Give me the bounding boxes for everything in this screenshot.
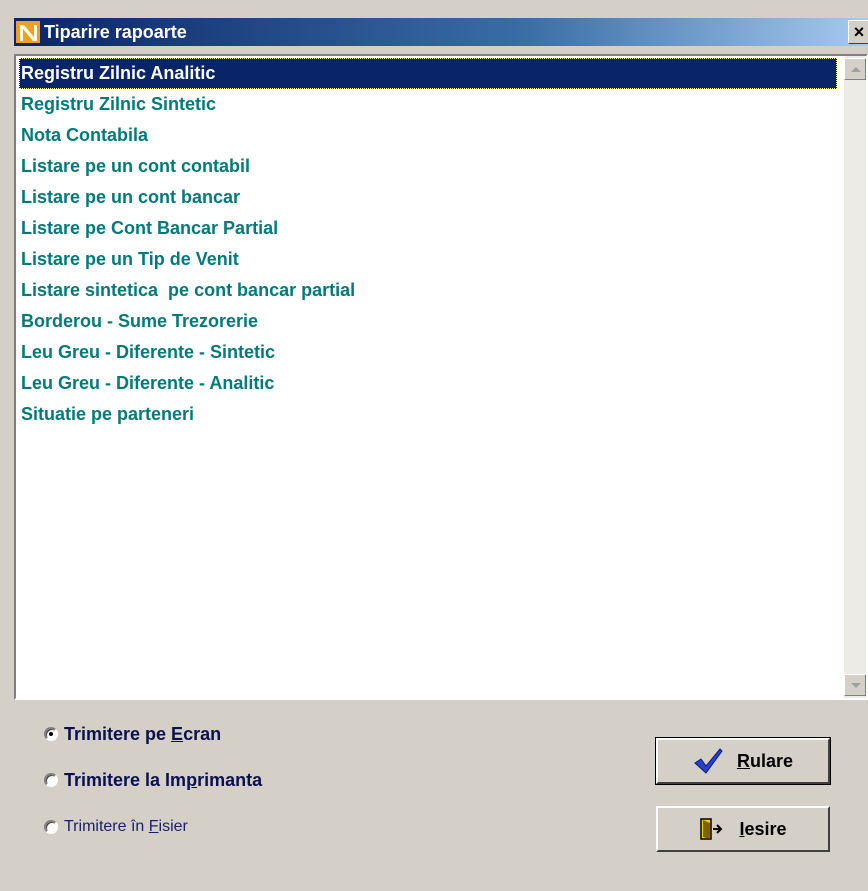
report-list-item[interactable]: Registru Zilnic Sintetic xyxy=(19,89,837,120)
exit-button-label: Iesire xyxy=(739,818,787,839)
output-file-radio[interactable] xyxy=(44,820,58,834)
output-file-option[interactable]: Trimitere în Fisier xyxy=(44,815,188,839)
arrow-up-icon xyxy=(851,67,861,72)
output-screen-radio[interactable] xyxy=(44,727,58,741)
run-button-label: Rulare xyxy=(736,750,794,771)
report-list-item[interactable]: Leu Greu - Diferente - Sintetic xyxy=(19,337,837,368)
exit-button[interactable]: Iesire xyxy=(656,806,830,852)
output-screen-label: Trimitere pe Ecran xyxy=(64,723,222,744)
title-bar[interactable]: Tiparire rapoarte × xyxy=(14,18,868,46)
output-printer-option[interactable]: Trimitere la Imprimanta xyxy=(44,768,262,792)
report-list-item[interactable]: Listare pe Cont Bancar Partial xyxy=(19,213,837,244)
report-list-item[interactable]: Listare pe un cont contabil xyxy=(19,151,837,182)
arrow-down-icon xyxy=(851,683,861,688)
app-icon xyxy=(16,21,40,43)
close-button[interactable]: × xyxy=(848,20,868,44)
report-list-item[interactable]: Listare pe un Tip de Venit xyxy=(19,244,837,275)
report-list-item[interactable]: Situatie pe parteneri xyxy=(19,399,837,430)
report-list-items: Registru Zilnic Analitic Registru Zilnic … xyxy=(19,58,837,698)
report-list[interactable]: Registru Zilnic Analitic Registru Zilnic … xyxy=(14,54,868,700)
report-list-item[interactable]: Registru Zilnic Analitic xyxy=(19,58,837,89)
report-list-item[interactable]: Borderou - Sume Trezorerie xyxy=(19,306,837,337)
output-printer-radio[interactable] xyxy=(44,773,58,787)
window-title: Tiparire rapoarte xyxy=(44,22,187,42)
checkmark-icon xyxy=(693,747,723,775)
exit-door-icon xyxy=(699,817,725,841)
close-icon: × xyxy=(853,22,865,42)
report-list-item[interactable]: Listare sintetica pe cont bancar partial xyxy=(19,275,837,306)
vertical-scrollbar[interactable] xyxy=(844,56,866,698)
run-button[interactable]: Rulare xyxy=(655,737,831,785)
report-list-item[interactable]: Leu Greu - Diferente - Analitic xyxy=(19,368,837,399)
report-list-item[interactable]: Listare pe un cont bancar xyxy=(19,182,837,213)
scroll-up-button[interactable] xyxy=(844,58,866,80)
output-screen-option[interactable]: Trimitere pe Ecran xyxy=(44,722,221,746)
output-file-label: Trimitere în Fisier xyxy=(64,818,188,835)
output-printer-label: Trimitere la Imprimanta xyxy=(64,769,263,790)
report-list-item[interactable]: Nota Contabila xyxy=(19,120,837,151)
scroll-down-button[interactable] xyxy=(844,674,866,696)
